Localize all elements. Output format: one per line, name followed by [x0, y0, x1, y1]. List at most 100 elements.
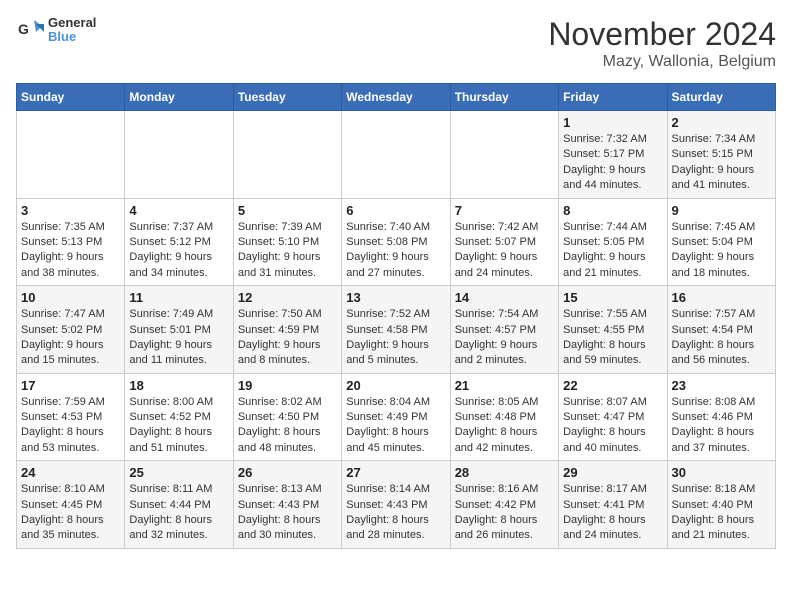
day-info: Sunrise: 7:50 AM Sunset: 4:59 PM Dayligh…: [238, 307, 337, 369]
calendar-cell: 22 Sunrise: 8:07 AM Sunset: 4:47 PM Dayli…: [559, 373, 667, 461]
day-number: 27: [346, 465, 445, 480]
day-number: 4: [129, 203, 228, 218]
day-number: 6: [346, 203, 445, 218]
calendar-cell: 7Sunrise: 7:42 AM Sunset: 5:07 PM Daylig…: [450, 198, 558, 286]
day-number: 30: [672, 465, 771, 480]
calendar-cell: 15 Sunrise: 7:55 AM Sunset: 4:55 PM Dayli…: [559, 286, 667, 374]
day-info: Sunrise: 8:10 AM Sunset: 4:45 PM Dayligh…: [21, 482, 120, 544]
calendar-cell: 8 Sunrise: 7:44 AM Sunset: 5:05 PM Daylig…: [559, 198, 667, 286]
calendar-cell: 6 Sunrise: 7:40 AM Sunset: 5:08 PM Daylig…: [342, 198, 450, 286]
calendar-cell: [450, 111, 558, 199]
logo[interactable]: G General Blue: [16, 16, 96, 45]
day-number: 13: [346, 290, 445, 305]
calendar-cell: 26Sunrise: 8:13 AM Sunset: 4:43 PM Dayli…: [233, 461, 341, 549]
calendar-week-5: 24 Sunrise: 8:10 AM Sunset: 4:45 PM Dayli…: [17, 461, 776, 549]
page-header: G General Blue November 2024 Mazy, Wallo…: [16, 16, 776, 71]
calendar-cell: 14 Sunrise: 7:54 AM Sunset: 4:57 PM Dayli…: [450, 286, 558, 374]
day-number: 14: [455, 290, 554, 305]
calendar-cell: 30 Sunrise: 8:18 AM Sunset: 4:40 PM Dayli…: [667, 461, 775, 549]
calendar-cell: 29 Sunrise: 8:17 AM Sunset: 4:41 PM Dayli…: [559, 461, 667, 549]
day-info: Sunrise: 8:14 AM Sunset: 4:43 PM Dayligh…: [346, 482, 445, 544]
day-info: Sunrise: 8:05 AM Sunset: 4:48 PM Dayligh…: [455, 395, 554, 457]
day-number: 19: [238, 378, 337, 393]
day-number: 5: [238, 203, 337, 218]
calendar-week-1: 1 Sunrise: 7:32 AM Sunset: 5:17 PM Daylig…: [17, 111, 776, 199]
day-number: 29: [563, 465, 662, 480]
day-number: 12: [238, 290, 337, 305]
day-info: Sunrise: 8:18 AM Sunset: 4:40 PM Dayligh…: [672, 482, 771, 544]
calendar-cell: 12 Sunrise: 7:50 AM Sunset: 4:59 PM Dayli…: [233, 286, 341, 374]
day-number: 25: [129, 465, 228, 480]
day-number: 2: [672, 115, 771, 130]
header-cell-tuesday: Tuesday: [233, 84, 341, 111]
day-number: 11: [129, 290, 228, 305]
day-info: Sunrise: 7:42 AM Sunset: 5:07 PM Dayligh…: [455, 220, 554, 282]
logo-text: General Blue: [48, 16, 96, 45]
header-cell-sunday: Sunday: [17, 84, 125, 111]
day-info: Sunrise: 8:02 AM Sunset: 4:50 PM Dayligh…: [238, 395, 337, 457]
day-info: Sunrise: 7:55 AM Sunset: 4:55 PM Dayligh…: [563, 307, 662, 369]
day-number: 17: [21, 378, 120, 393]
calendar-cell: 17Sunrise: 7:59 AM Sunset: 4:53 PM Dayli…: [17, 373, 125, 461]
day-info: Sunrise: 7:39 AM Sunset: 5:10 PM Dayligh…: [238, 220, 337, 282]
calendar-cell: 20Sunrise: 8:04 AM Sunset: 4:49 PM Dayli…: [342, 373, 450, 461]
day-number: 9: [672, 203, 771, 218]
logo-line1: General: [48, 16, 96, 30]
day-number: 24: [21, 465, 120, 480]
calendar-cell: 3 Sunrise: 7:35 AM Sunset: 5:13 PM Daylig…: [17, 198, 125, 286]
header-cell-saturday: Saturday: [667, 84, 775, 111]
calendar-cell: 23 Sunrise: 8:08 AM Sunset: 4:46 PM Dayli…: [667, 373, 775, 461]
day-number: 15: [563, 290, 662, 305]
header-cell-friday: Friday: [559, 84, 667, 111]
header-cell-wednesday: Wednesday: [342, 84, 450, 111]
calendar-header: SundayMondayTuesdayWednesdayThursdayFrid…: [17, 84, 776, 111]
day-number: 23: [672, 378, 771, 393]
day-number: 16: [672, 290, 771, 305]
day-info: Sunrise: 7:49 AM Sunset: 5:01 PM Dayligh…: [129, 307, 228, 369]
day-number: 26: [238, 465, 337, 480]
day-info: Sunrise: 7:52 AM Sunset: 4:58 PM Dayligh…: [346, 307, 445, 369]
calendar-cell: 28Sunrise: 8:16 AM Sunset: 4:42 PM Dayli…: [450, 461, 558, 549]
day-info: Sunrise: 7:40 AM Sunset: 5:08 PM Dayligh…: [346, 220, 445, 282]
calendar-body: 1 Sunrise: 7:32 AM Sunset: 5:17 PM Daylig…: [17, 111, 776, 549]
calendar-cell: 21Sunrise: 8:05 AM Sunset: 4:48 PM Dayli…: [450, 373, 558, 461]
header-cell-monday: Monday: [125, 84, 233, 111]
day-info: Sunrise: 7:35 AM Sunset: 5:13 PM Dayligh…: [21, 220, 120, 282]
day-number: 1: [563, 115, 662, 130]
page-title: November 2024: [548, 16, 776, 53]
day-info: Sunrise: 7:54 AM Sunset: 4:57 PM Dayligh…: [455, 307, 554, 369]
calendar-cell: 13 Sunrise: 7:52 AM Sunset: 4:58 PM Dayli…: [342, 286, 450, 374]
day-info: Sunrise: 8:11 AM Sunset: 4:44 PM Dayligh…: [129, 482, 228, 544]
header-row: SundayMondayTuesdayWednesdayThursdayFrid…: [17, 84, 776, 111]
page-subtitle: Mazy, Wallonia, Belgium: [548, 53, 776, 71]
calendar-cell: 16 Sunrise: 7:57 AM Sunset: 4:54 PM Dayli…: [667, 286, 775, 374]
calendar-cell: 4 Sunrise: 7:37 AM Sunset: 5:12 PM Daylig…: [125, 198, 233, 286]
logo-icon: G: [16, 16, 44, 44]
day-number: 28: [455, 465, 554, 480]
day-info: Sunrise: 7:32 AM Sunset: 5:17 PM Dayligh…: [563, 132, 662, 194]
calendar-table: SundayMondayTuesdayWednesdayThursdayFrid…: [16, 83, 776, 549]
calendar-cell: 10Sunrise: 7:47 AM Sunset: 5:02 PM Dayli…: [17, 286, 125, 374]
day-info: Sunrise: 8:17 AM Sunset: 4:41 PM Dayligh…: [563, 482, 662, 544]
calendar-cell: [17, 111, 125, 199]
calendar-week-4: 17Sunrise: 7:59 AM Sunset: 4:53 PM Dayli…: [17, 373, 776, 461]
day-number: 10: [21, 290, 120, 305]
day-info: Sunrise: 8:07 AM Sunset: 4:47 PM Dayligh…: [563, 395, 662, 457]
calendar-cell: [342, 111, 450, 199]
svg-text:G: G: [18, 21, 29, 37]
day-number: 20: [346, 378, 445, 393]
calendar-cell: 19 Sunrise: 8:02 AM Sunset: 4:50 PM Dayli…: [233, 373, 341, 461]
calendar-cell: [125, 111, 233, 199]
day-number: 22: [563, 378, 662, 393]
header-cell-thursday: Thursday: [450, 84, 558, 111]
day-info: Sunrise: 7:57 AM Sunset: 4:54 PM Dayligh…: [672, 307, 771, 369]
day-info: Sunrise: 8:08 AM Sunset: 4:46 PM Dayligh…: [672, 395, 771, 457]
calendar-cell: 27 Sunrise: 8:14 AM Sunset: 4:43 PM Dayli…: [342, 461, 450, 549]
day-number: 8: [563, 203, 662, 218]
day-info: Sunrise: 7:44 AM Sunset: 5:05 PM Dayligh…: [563, 220, 662, 282]
day-info: Sunrise: 7:45 AM Sunset: 5:04 PM Dayligh…: [672, 220, 771, 282]
logo-line2: Blue: [48, 30, 96, 44]
day-info: Sunrise: 7:34 AM Sunset: 5:15 PM Dayligh…: [672, 132, 771, 194]
day-info: Sunrise: 7:37 AM Sunset: 5:12 PM Dayligh…: [129, 220, 228, 282]
day-number: 3: [21, 203, 120, 218]
